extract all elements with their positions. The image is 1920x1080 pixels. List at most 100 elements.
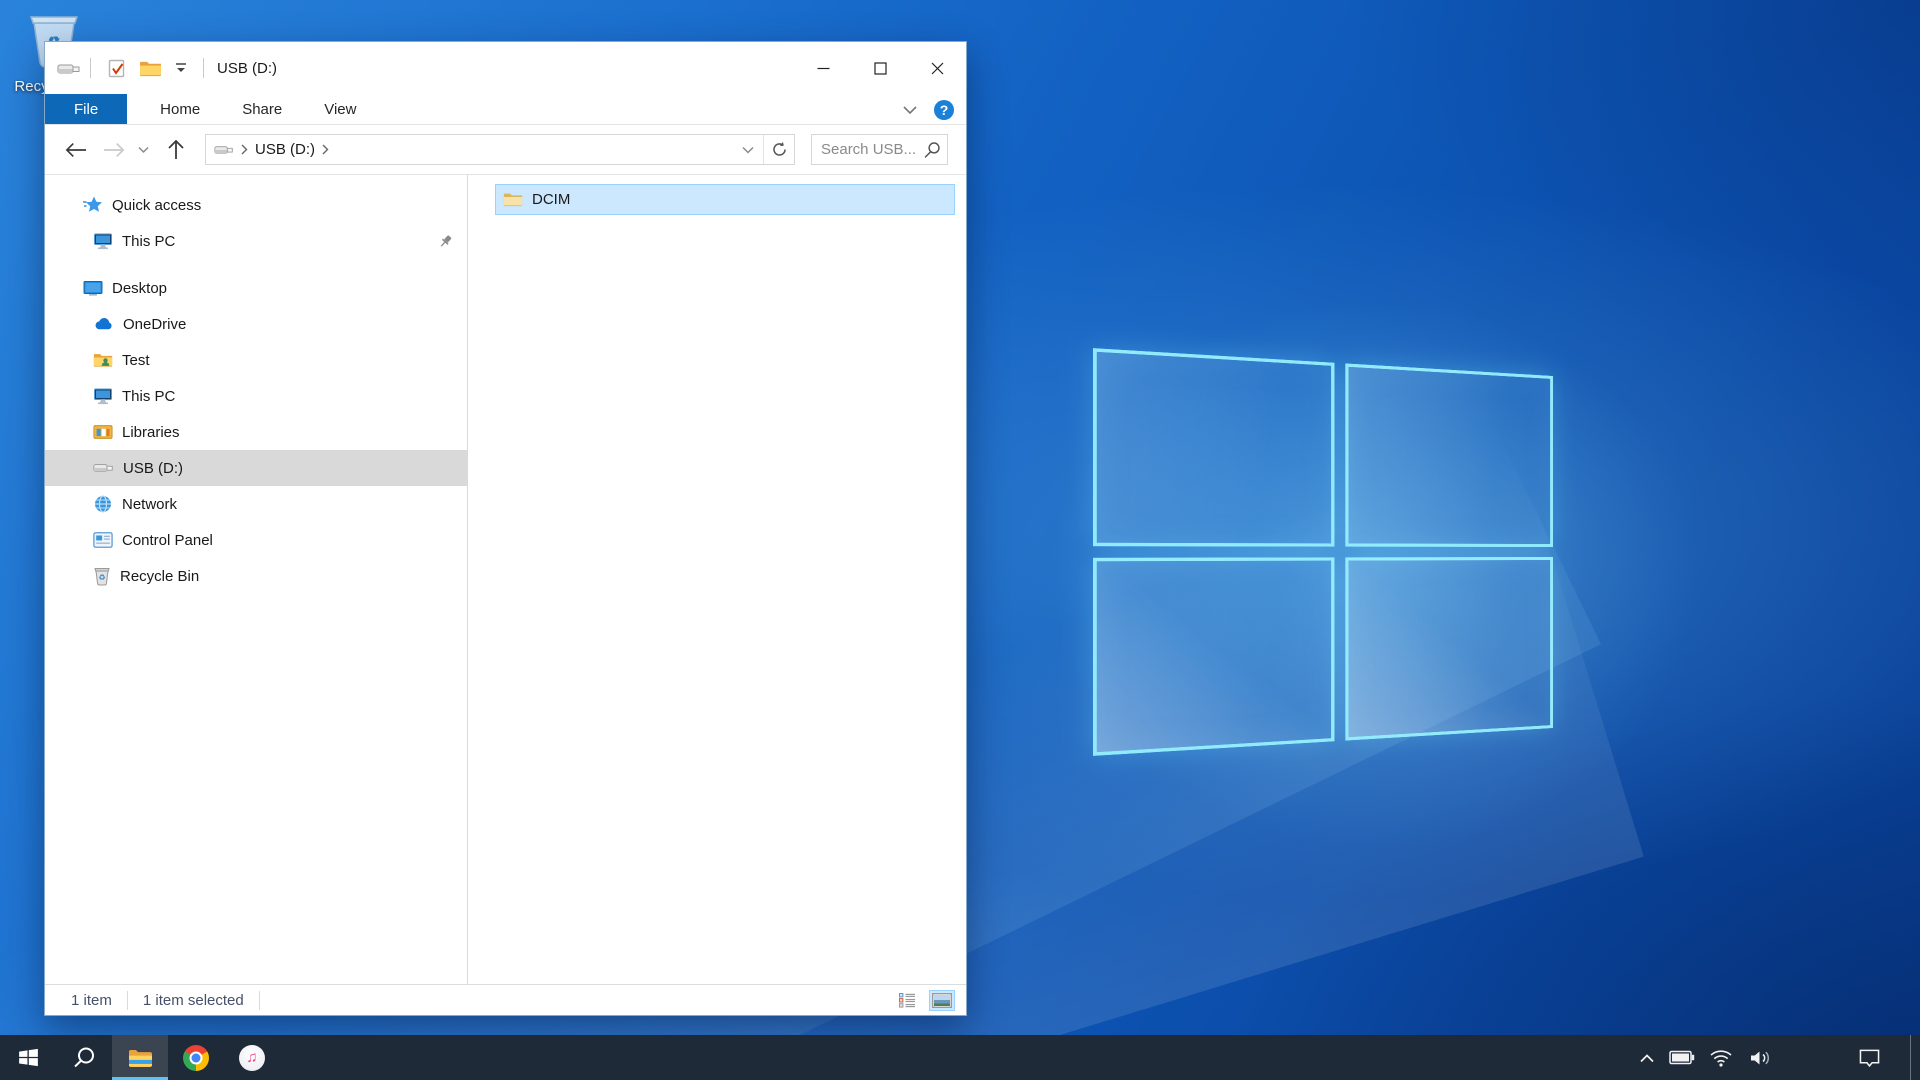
thumbnails-view-button[interactable] — [930, 991, 954, 1010]
maximize-button[interactable] — [852, 42, 909, 94]
wifi-icon — [1709, 1048, 1733, 1067]
navigation-toolbar: USB (D:) — [45, 125, 966, 175]
refresh-icon — [771, 141, 788, 158]
quick-access-star-icon — [83, 195, 103, 215]
breadcrumb-segment[interactable]: USB (D:) — [255, 141, 315, 158]
sidebar-group-gap — [45, 259, 467, 270]
action-center-button[interactable] — [1852, 1035, 1886, 1080]
battery-icon — [1669, 1050, 1695, 1065]
search-input[interactable] — [821, 141, 923, 158]
magnifier-icon[interactable] — [923, 141, 941, 159]
caption-buttons — [795, 42, 966, 94]
sidebar-item-recycle-bin[interactable]: ♻ Recycle Bin — [45, 558, 467, 594]
file-list[interactable]: DCIM — [468, 175, 966, 984]
details-view-button[interactable] — [897, 991, 918, 1010]
tab-share[interactable]: Share — [221, 94, 303, 124]
sidebar-item-this-pc-pinned[interactable]: This PC — [45, 223, 467, 259]
sidebar-item-usb-drive[interactable]: USB (D:) — [45, 450, 467, 486]
sidebar-item-label: This PC — [122, 388, 175, 405]
sidebar-item-onedrive[interactable]: OneDrive — [45, 306, 467, 342]
sidebar-item-quick-access[interactable]: Quick access — [45, 187, 467, 223]
sidebar-item-network[interactable]: Network — [45, 486, 467, 522]
expand-ribbon-button[interactable] — [902, 105, 918, 115]
help-button[interactable]: ? — [934, 100, 954, 120]
windows-logo-pane — [1345, 557, 1553, 741]
folder-icon — [139, 59, 162, 78]
breadcrumb: USB (D:) — [214, 141, 329, 158]
thumbnails-view-icon — [932, 993, 952, 1008]
sidebar-item-label: OneDrive — [123, 316, 186, 333]
status-selection: 1 item selected — [143, 992, 244, 1009]
action-center-icon — [1858, 1048, 1881, 1068]
start-button[interactable] — [0, 1035, 56, 1080]
tab-view[interactable]: View — [303, 94, 377, 124]
sidebar-item-label: Network — [122, 496, 177, 513]
maximize-icon — [874, 62, 887, 75]
pin-icon[interactable] — [438, 234, 453, 249]
close-button[interactable] — [909, 42, 966, 94]
tray-overflow-button[interactable] — [1632, 1035, 1662, 1080]
refresh-button[interactable] — [764, 135, 794, 164]
sidebar-item-label: Desktop — [112, 280, 167, 297]
desktop-icon — [83, 278, 103, 298]
status-bar: 1 item 1 item selected — [45, 984, 966, 1015]
sidebar-item-label: Quick access — [112, 197, 201, 214]
previous-locations-button[interactable] — [733, 135, 763, 164]
minimize-button[interactable] — [795, 42, 852, 94]
qat-customize-button[interactable] — [168, 62, 194, 74]
user-folder-icon — [93, 350, 113, 370]
battery-status-button[interactable] — [1662, 1035, 1702, 1080]
svg-text:♻: ♻ — [98, 573, 105, 582]
checkmark-icon — [106, 58, 127, 79]
forward-arrow-icon — [103, 141, 125, 159]
taskbar-search-button[interactable] — [56, 1035, 112, 1080]
recent-locations-button[interactable] — [133, 146, 153, 154]
sidebar-item-this-pc[interactable]: This PC — [45, 378, 467, 414]
minimize-icon — [817, 62, 830, 75]
sidebar-item-label: Control Panel — [122, 532, 213, 549]
taskbar-file-explorer-button[interactable] — [112, 1035, 168, 1080]
breadcrumb-chevron-icon — [241, 144, 248, 155]
qat-properties-button[interactable] — [100, 58, 133, 79]
ribbon-tab-bar: File Home Share View ? — [45, 94, 966, 125]
libraries-icon — [93, 422, 113, 442]
forward-button[interactable] — [99, 141, 129, 159]
sidebar-item-libraries[interactable]: Libraries — [45, 414, 467, 450]
address-bar[interactable]: USB (D:) — [205, 134, 795, 165]
customize-chevron-icon — [174, 62, 188, 74]
details-view-icon — [899, 993, 916, 1008]
tab-file[interactable]: File — [45, 94, 127, 124]
sidebar-item-desktop[interactable]: Desktop — [45, 270, 467, 306]
close-icon — [931, 62, 944, 75]
magnifier-icon — [71, 1045, 97, 1071]
up-button[interactable] — [161, 139, 191, 160]
back-button[interactable] — [61, 141, 91, 159]
file-item-dcim[interactable]: DCIM — [495, 184, 955, 215]
sidebar-item-label: USB (D:) — [123, 460, 183, 477]
volume-icon — [1749, 1048, 1772, 1068]
wifi-status-button[interactable] — [1702, 1035, 1740, 1080]
search-box — [811, 134, 948, 165]
sidebar-item-label: Libraries — [122, 424, 180, 441]
chrome-icon — [183, 1045, 209, 1071]
taskbar-itunes-button[interactable]: ♫ — [224, 1035, 280, 1080]
this-pc-icon — [93, 231, 113, 251]
sidebar-item-test[interactable]: Test — [45, 342, 467, 378]
volume-status-button[interactable] — [1740, 1035, 1780, 1080]
recycle-bin-icon: ♻ — [93, 566, 111, 586]
taskbar-chrome-button[interactable] — [168, 1035, 224, 1080]
tab-home[interactable]: Home — [139, 94, 221, 124]
file-item-name: DCIM — [532, 191, 570, 208]
qat-new-folder-button[interactable] — [133, 59, 168, 78]
show-desktop-button[interactable] — [1910, 1035, 1916, 1080]
navigation-pane: Quick access This PC — [45, 175, 468, 984]
this-pc-icon — [93, 386, 113, 406]
sidebar-item-control-panel[interactable]: Control Panel — [45, 522, 467, 558]
windows-logo-pane — [1093, 348, 1334, 547]
title-bar: USB (D:) — [45, 42, 966, 94]
taskbar: ♫ — [0, 1035, 1920, 1080]
status-item-count: 1 item — [71, 992, 112, 1009]
breadcrumb-chevron-icon — [322, 144, 329, 155]
folder-icon — [503, 191, 523, 208]
tray-chevron-icon — [1639, 1053, 1655, 1063]
